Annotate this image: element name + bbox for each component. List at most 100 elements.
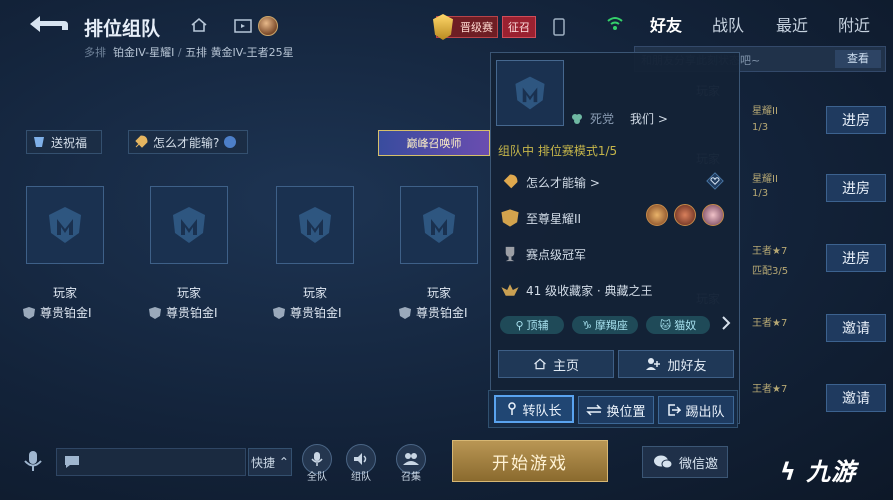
add-user-icon: [646, 358, 661, 370]
enter-room-button[interactable]: 进房: [826, 106, 886, 134]
rank-emblem-icon: [501, 209, 519, 227]
chat-input[interactable]: [56, 448, 246, 476]
add-friend-button[interactable]: 加好友: [618, 350, 734, 378]
tab-clan[interactable]: 战队: [712, 12, 744, 36]
hero-portrait[interactable]: [674, 204, 696, 226]
player-rank: 尊贵铂金I: [22, 304, 92, 321]
rocket-icon: [135, 135, 148, 148]
player-name: 玩家: [176, 286, 201, 300]
helmet-placeholder-icon: [515, 76, 545, 110]
microphone-icon: [311, 452, 323, 466]
site-watermark: ϟ 九游: [780, 458, 857, 486]
friend-rank: 王者★7: [752, 384, 788, 395]
tag-chip: ⚲ 顶辅: [500, 316, 564, 334]
clover-icon: [572, 113, 582, 124]
player-name: 玩家: [302, 286, 327, 300]
rocket-icon: [503, 174, 518, 189]
wechat-icon: [654, 455, 673, 469]
hero-portrait[interactable]: [646, 204, 668, 226]
lantern-icon: [34, 137, 44, 147]
honor-row: 赛点级冠军: [500, 244, 586, 264]
enter-room-button[interactable]: 进房: [826, 174, 886, 202]
profile-home-button[interactable]: 主页: [498, 350, 614, 378]
quick-chat-dropdown[interactable]: 快捷 ⌃: [248, 448, 292, 476]
player-avatar[interactable]: [258, 16, 278, 36]
player-name: 玩家: [426, 286, 451, 300]
chevron-right-icon[interactable]: [718, 314, 734, 332]
group-icon: [403, 453, 419, 465]
emoji-icon: [224, 136, 237, 148]
signal-icon: [607, 17, 623, 30]
friend-rank: 王者★7: [752, 246, 788, 257]
signature-bubble[interactable]: 怎么才能输?: [128, 130, 248, 154]
wings-emblem-icon: [501, 284, 519, 296]
wechat-invite-button[interactable]: 微信邀: [642, 446, 728, 478]
view-button[interactable]: 查看: [835, 50, 881, 68]
signature-row: 怎么才能输 >: [500, 172, 600, 192]
kick-member-button[interactable]: 踢出队: [658, 396, 734, 424]
team-status: 组队中 排位赛模式1/5: [498, 144, 618, 158]
page-title: 排位组队: [84, 18, 161, 40]
card-avatar[interactable]: [496, 60, 564, 126]
send-blessing-button[interactable]: 送祝福: [26, 130, 102, 154]
friend-rank: 星耀II: [752, 174, 778, 185]
promotion-match-badge[interactable]: 晋级赛: [433, 14, 498, 40]
watermark-logo-icon: ϟ: [780, 458, 797, 486]
friend-count: 1/3: [752, 122, 769, 133]
hero-portrait[interactable]: [702, 204, 724, 226]
player-name: 玩家: [52, 286, 77, 300]
speaker-icon: [354, 453, 367, 465]
draft-mode-badge[interactable]: 征召: [502, 16, 536, 38]
tab-recent[interactable]: 最近: [776, 12, 808, 36]
team-label: 组队: [351, 472, 371, 483]
friend-rank: 星耀II: [752, 106, 778, 117]
collector-row: 41 级收藏家 · 典藏之王: [500, 280, 653, 300]
tab-nearby[interactable]: 附近: [838, 12, 870, 36]
player-slot[interactable]: [26, 186, 104, 264]
player-rank: 尊贵铂金I: [148, 304, 218, 321]
player-slot[interactable]: [150, 186, 228, 264]
swap-icon: [586, 404, 603, 416]
rank-shield-icon: [23, 306, 35, 319]
relation-row: 死党 我们 >: [570, 110, 668, 127]
player-slot[interactable]: [400, 186, 478, 264]
friend-rank: 王者★7: [752, 318, 788, 329]
home-icon: [534, 358, 546, 370]
enter-room-button[interactable]: 进房: [826, 244, 886, 272]
home-icon[interactable]: [190, 16, 208, 34]
helmet-placeholder-icon: [173, 207, 205, 243]
rank-shield-icon: [149, 306, 161, 319]
like-diamond-icon[interactable]: [706, 172, 724, 190]
we-link[interactable]: 我们 >: [630, 110, 668, 127]
all-team-label: 全队: [307, 472, 327, 483]
trophy-icon: [505, 246, 515, 262]
key-icon: [508, 402, 517, 415]
invite-button[interactable]: 邀请: [826, 384, 886, 412]
player-rank: 尊贵铂金I: [398, 304, 468, 321]
tag-chip: 🐱 猫奴: [646, 316, 710, 334]
swap-position-button[interactable]: 换位置: [578, 396, 654, 424]
rank-shield-icon: [399, 306, 411, 319]
transfer-leader-button[interactable]: 转队长: [494, 395, 574, 423]
window-icon[interactable]: [234, 18, 252, 34]
start-game-button[interactable]: 开始游戏: [452, 440, 608, 482]
tag-chip: ♑ 摩羯座: [572, 316, 638, 334]
peak-summoner-badge: 巅峰召唤师: [378, 130, 490, 156]
shield-icon: [433, 14, 453, 40]
back-arrow-icon[interactable]: [24, 12, 72, 36]
rank-row: 至尊星耀II: [500, 208, 581, 228]
friend-count: 匹配3/5: [752, 266, 789, 277]
helmet-placeholder-icon: [423, 207, 455, 243]
rank-shield-icon: [273, 306, 285, 319]
helmet-placeholder-icon: [49, 207, 81, 243]
player-rank: 尊贵铂金I: [272, 304, 342, 321]
summon-label: 召集: [401, 472, 421, 483]
rank-range-subtitle: 多排 铂金IV-星耀I / 五排 黄金IV-王者25星: [84, 46, 294, 59]
player-slot[interactable]: [276, 186, 354, 264]
phone-icon[interactable]: [552, 18, 566, 36]
voice-settings-icon[interactable]: [18, 446, 48, 476]
tab-friends[interactable]: 好友: [650, 12, 682, 36]
chat-bubble-icon: [65, 456, 79, 468]
helmet-placeholder-icon: [299, 207, 331, 243]
invite-button[interactable]: 邀请: [826, 314, 886, 342]
